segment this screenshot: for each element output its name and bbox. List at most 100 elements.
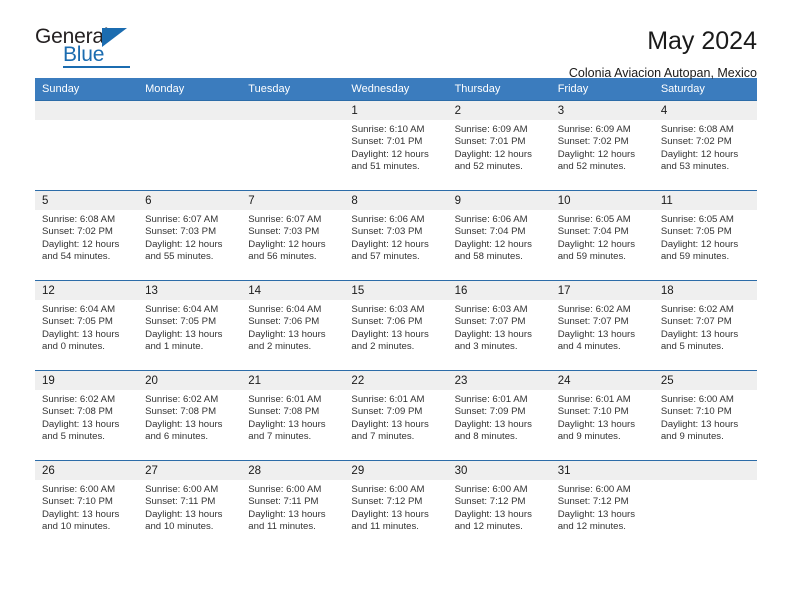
sunrise-time: Sunrise: 6:02 AM xyxy=(145,394,219,405)
day-sun-info: Sunrise: 6:02 AM Sunset: 7:08 PM Daylight:… xyxy=(35,390,138,444)
calendar-day-cell[interactable]: 19 Sunrise: 6:02 AM Sunset: 7:08 PM Dayligh… xyxy=(35,370,139,461)
calendar-day-cell[interactable]: 10 Sunrise: 6:05 AM Sunset: 7:04 PM Dayligh… xyxy=(550,190,654,281)
sunset-time: Sunset: 7:07 PM xyxy=(454,316,526,328)
sunset-time: Sunset: 7:01 PM xyxy=(454,136,526,148)
calendar-day-cell[interactable]: 7 Sunrise: 6:07 AM Sunset: 7:03 PM Daylight… xyxy=(241,190,345,281)
day-sun-info: Sunrise: 6:10 AM Sunset: 7:01 PM Daylight:… xyxy=(344,120,447,174)
weekday-header-friday: Friday xyxy=(550,78,654,101)
day-number: 19 xyxy=(35,371,139,390)
calendar-day-cell[interactable]: 6 Sunrise: 6:07 AM Sunset: 7:03 PM Daylight… xyxy=(138,190,242,281)
sunrise-time: Sunrise: 6:01 AM xyxy=(248,394,322,405)
sunrise-time: Sunrise: 6:01 AM xyxy=(557,394,631,405)
sunset-time: Sunset: 7:06 PM xyxy=(351,316,423,328)
day-cell-content: 21 Sunrise: 6:01 AM Sunset: 7:08 PM Dayligh… xyxy=(241,371,345,460)
day-number xyxy=(35,101,139,120)
day-number: 20 xyxy=(138,371,242,390)
sunrise-time: Sunrise: 6:06 AM xyxy=(454,214,528,225)
day-sun-info: Sunrise: 6:05 AM Sunset: 7:04 PM Daylight:… xyxy=(551,210,654,264)
daylight-duration-line2: and 52 minutes. xyxy=(557,161,626,173)
calendar-day-cell[interactable]: 4 Sunrise: 6:08 AM Sunset: 7:02 PM Daylight… xyxy=(653,100,757,191)
calendar-day-cell[interactable]: 9 Sunrise: 6:06 AM Sunset: 7:04 PM Daylight… xyxy=(447,190,551,281)
calendar-day-cell[interactable]: 11 Sunrise: 6:05 AM Sunset: 7:05 PM Dayligh… xyxy=(653,190,757,281)
day-sun-info: Sunrise: 6:08 AM Sunset: 7:02 PM Daylight:… xyxy=(654,120,757,174)
day-cell-content: 30 Sunrise: 6:00 AM Sunset: 7:12 PM Dayligh… xyxy=(447,461,551,551)
day-sun-info: Sunrise: 6:00 AM Sunset: 7:10 PM Daylight:… xyxy=(654,390,757,444)
calendar-day-cell[interactable]: 23 Sunrise: 6:01 AM Sunset: 7:09 PM Dayligh… xyxy=(447,370,551,461)
calendar-day-cell[interactable]: 3 Sunrise: 6:09 AM Sunset: 7:02 PM Daylight… xyxy=(550,100,654,191)
day-sun-info: Sunrise: 6:07 AM Sunset: 7:03 PM Daylight:… xyxy=(241,210,344,264)
daylight-duration-line1: Daylight: 13 hours xyxy=(454,328,532,340)
calendar-head: Sunday Monday Tuesday Wednesday Thursday… xyxy=(35,78,757,101)
calendar-day-cell[interactable]: 14 Sunrise: 6:04 AM Sunset: 7:06 PM Dayligh… xyxy=(241,280,345,371)
calendar-day-cell[interactable]: 22 Sunrise: 6:01 AM Sunset: 7:09 PM Dayligh… xyxy=(344,370,448,461)
calendar-day-cell[interactable]: 16 Sunrise: 6:03 AM Sunset: 7:07 PM Dayligh… xyxy=(447,280,551,371)
sunrise-time: Sunrise: 6:03 AM xyxy=(454,304,528,315)
calendar-day-cell[interactable]: 5 Sunrise: 6:08 AM Sunset: 7:02 PM Daylight… xyxy=(35,190,139,281)
calendar-day-cell[interactable]: 31 Sunrise: 6:00 AM Sunset: 7:12 PM Dayligh… xyxy=(550,460,654,551)
calendar-day-cell[interactable]: 30 Sunrise: 6:00 AM Sunset: 7:12 PM Dayligh… xyxy=(447,460,551,551)
calendar-day-cell[interactable]: 26 Sunrise: 6:00 AM Sunset: 7:10 PM Dayligh… xyxy=(35,460,139,551)
calendar-day-cell[interactable]: 21 Sunrise: 6:01 AM Sunset: 7:08 PM Dayligh… xyxy=(241,370,345,461)
daylight-duration-line2: and 52 minutes. xyxy=(454,161,523,173)
daylight-duration-line1: Daylight: 12 hours xyxy=(42,238,120,250)
sunrise-time: Sunrise: 6:07 AM xyxy=(145,214,219,225)
day-number: 5 xyxy=(35,191,139,210)
sunset-time: Sunset: 7:10 PM xyxy=(42,496,113,508)
day-sun-info: Sunrise: 6:01 AM Sunset: 7:09 PM Daylight:… xyxy=(344,390,447,444)
calendar-day-cell[interactable]: 27 Sunrise: 6:00 AM Sunset: 7:11 PM Dayligh… xyxy=(138,460,242,551)
day-sun-info: Sunrise: 6:02 AM Sunset: 7:07 PM Daylight:… xyxy=(551,300,654,354)
calendar-day-cell[interactable]: 2 Sunrise: 6:09 AM Sunset: 7:01 PM Daylight… xyxy=(447,100,551,191)
day-number: 10 xyxy=(550,191,654,210)
calendar-day-cell[interactable]: 17 Sunrise: 6:02 AM Sunset: 7:07 PM Dayligh… xyxy=(550,280,654,371)
generalblue-logo[interactable]: General Blue xyxy=(35,26,155,72)
calendar-day-cell[interactable]: 28 Sunrise: 6:00 AM Sunset: 7:11 PM Dayligh… xyxy=(241,460,345,551)
sunrise-time: Sunrise: 6:08 AM xyxy=(660,124,734,135)
logo-text-blue: Blue xyxy=(63,43,105,66)
daylight-duration-line1: Daylight: 13 hours xyxy=(351,328,429,340)
daylight-duration-line2: and 59 minutes. xyxy=(660,251,730,263)
sunset-time: Sunset: 7:10 PM xyxy=(660,406,732,418)
calendar-day-cell[interactable]: 1 Sunrise: 6:10 AM Sunset: 7:01 PM Daylight… xyxy=(344,100,448,191)
daylight-duration-line2: and 9 minutes. xyxy=(660,431,724,443)
daylight-duration-line1: Daylight: 13 hours xyxy=(660,418,739,430)
calendar-day-cell[interactable]: 24 Sunrise: 6:01 AM Sunset: 7:10 PM Dayligh… xyxy=(550,370,654,461)
calendar-day-cell[interactable]: 25 Sunrise: 6:00 AM Sunset: 7:10 PM Dayligh… xyxy=(653,370,757,461)
day-sun-info: Sunrise: 6:09 AM Sunset: 7:02 PM Daylight:… xyxy=(551,120,654,174)
sunset-time: Sunset: 7:05 PM xyxy=(42,316,113,328)
calendar-day-cell[interactable]: 18 Sunrise: 6:02 AM Sunset: 7:07 PM Dayligh… xyxy=(653,280,757,371)
page-title: May 2024 xyxy=(647,27,757,55)
day-number: 2 xyxy=(447,101,551,120)
daylight-duration-line2: and 53 minutes. xyxy=(660,161,730,173)
day-sun-info: Sunrise: 6:04 AM Sunset: 7:06 PM Daylight:… xyxy=(241,300,344,354)
day-cell-content: 4 Sunrise: 6:08 AM Sunset: 7:02 PM Daylight… xyxy=(653,101,757,190)
day-number: 1 xyxy=(344,101,448,120)
day-cell-content: 23 Sunrise: 6:01 AM Sunset: 7:09 PM Dayligh… xyxy=(447,371,551,460)
day-number: 23 xyxy=(447,371,551,390)
daylight-duration-line2: and 4 minutes. xyxy=(557,341,621,353)
calendar-day-cell[interactable]: 12 Sunrise: 6:04 AM Sunset: 7:05 PM Dayligh… xyxy=(35,280,139,371)
day-number: 21 xyxy=(241,371,345,390)
day-number: 17 xyxy=(550,281,654,300)
calendar-day-cell[interactable]: 29 Sunrise: 6:00 AM Sunset: 7:12 PM Dayligh… xyxy=(344,460,448,551)
daylight-duration-line1: Daylight: 12 hours xyxy=(557,148,636,160)
calendar-day-cell-empty xyxy=(138,100,242,191)
daylight-duration-line2: and 10 minutes. xyxy=(42,521,111,533)
day-cell-content: 10 Sunrise: 6:05 AM Sunset: 7:04 PM Dayligh… xyxy=(550,191,654,280)
daylight-duration-line1: Daylight: 13 hours xyxy=(660,328,739,340)
day-cell-content: 22 Sunrise: 6:01 AM Sunset: 7:09 PM Dayligh… xyxy=(344,371,448,460)
day-number: 28 xyxy=(241,461,345,480)
calendar-day-cell-empty xyxy=(241,100,345,191)
calendar-day-cell[interactable]: 15 Sunrise: 6:03 AM Sunset: 7:06 PM Dayligh… xyxy=(344,280,448,371)
calendar-day-cell[interactable]: 13 Sunrise: 6:04 AM Sunset: 7:05 PM Dayligh… xyxy=(138,280,242,371)
day-cell-content: 19 Sunrise: 6:02 AM Sunset: 7:08 PM Dayligh… xyxy=(35,371,139,460)
daylight-duration-line1: Daylight: 13 hours xyxy=(145,418,223,430)
day-number: 27 xyxy=(138,461,242,480)
calendar-day-cell[interactable]: 8 Sunrise: 6:06 AM Sunset: 7:03 PM Daylight… xyxy=(344,190,448,281)
sunrise-time: Sunrise: 6:00 AM xyxy=(145,484,219,495)
sunset-time: Sunset: 7:02 PM xyxy=(42,226,113,238)
calendar-day-cell[interactable]: 20 Sunrise: 6:02 AM Sunset: 7:08 PM Dayligh… xyxy=(138,370,242,461)
daylight-duration-line2: and 54 minutes. xyxy=(42,251,111,263)
title-block: May 2024 Colonia Aviacion Autopan, Mexic… xyxy=(569,26,757,79)
day-sun-info: Sunrise: 6:01 AM Sunset: 7:08 PM Daylight:… xyxy=(241,390,344,444)
sunrise-time: Sunrise: 6:02 AM xyxy=(660,304,734,315)
